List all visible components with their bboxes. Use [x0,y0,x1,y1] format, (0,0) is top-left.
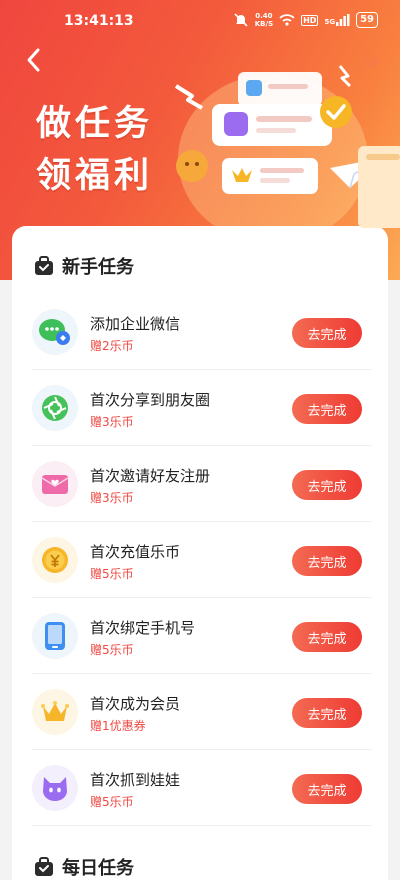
task-title: 首次绑定手机号 [90,619,196,637]
task-row: 首次绑定手机号 赠5乐币 去完成 [32,598,372,674]
status-time: 13:41:13 [64,13,134,29]
task-reward: 赠3乐币 [90,415,134,429]
status-icons: 0.40 KB/S HD 5G 59 [233,12,378,28]
task-reward: 赠5乐币 [90,643,134,657]
crown-icon [41,701,69,721]
hero-title-line1: 做任务 [36,104,154,144]
task-title: 首次邀请好友注册 [90,467,211,485]
task-title: 首次分享到朋友圈 [90,391,211,409]
section-header-daily: 每日任务 [34,854,134,880]
moments-icon [42,395,68,421]
go-complete-button[interactable]: 去完成 [292,698,362,728]
task-title: 首次成为会员 [90,695,181,713]
status-bar: 13:41:13 0.40 KB/S HD 5G 59 [0,0,400,44]
coin-icon [42,547,68,573]
task-icon [32,765,78,811]
phone-icon [45,622,65,650]
task-reward: 赠5乐币 [90,795,134,809]
task-title: 首次充值乐币 [90,543,181,561]
section-title-newbie: 新手任务 [62,257,134,278]
go-complete-button[interactable]: 去完成 [292,470,362,500]
signal-bars-icon [336,14,350,26]
net-speed-unit: KB/S [254,20,274,28]
hero-title-line2: 领福利 [36,156,154,196]
battery-icon: 59 [356,12,378,28]
task-row: 首次充值乐币 赠5乐币 去完成 [32,522,372,598]
go-complete-button[interactable]: 去完成 [292,774,362,804]
section-header-newbie: 新手任务 [34,253,134,279]
gift-bag-icon [35,857,53,876]
task-icon [32,309,78,355]
section-title-daily: 每日任务 [62,858,134,879]
wifi-icon [279,14,295,26]
task-title: 首次抓到娃娃 [90,771,181,789]
wechat-work-icon [39,319,70,345]
spark-icon [338,65,352,88]
hero-illustration [174,58,400,228]
task-reward: 赠3乐币 [90,491,134,505]
task-card: 新手任务 添加企业微信 赠2乐币 去完成 首次分享到朋友圈 赠3乐币 去完成 首… [12,226,388,880]
net-speed-value: 0.40 [255,12,273,20]
net-speed: 0.40 KB/S [255,12,273,28]
hero-title: 做任务 领福利 [36,98,153,202]
task-icon [32,613,78,659]
task-icon [32,461,78,507]
task-row: 首次分享到朋友圈 赠3乐币 去完成 [32,370,372,446]
task-icon [32,537,78,583]
task-reward: 赠1优惠券 [90,719,146,733]
go-complete-button[interactable]: 去完成 [292,622,362,652]
signal-icon: 5G [324,14,350,26]
task-reward: 赠5乐币 [90,567,134,581]
task-title: 添加企业微信 [90,315,181,333]
go-complete-button[interactable]: 去完成 [292,318,362,348]
invite-letter-icon [41,475,69,494]
signal-label: 5G [324,18,336,26]
back-button[interactable] [22,46,46,74]
task-row: 首次邀请好友注册 赠3乐币 去完成 [32,446,372,522]
go-complete-button[interactable]: 去完成 [292,394,362,424]
go-complete-button[interactable]: 去完成 [292,546,362,576]
task-row: 添加企业微信 赠2乐币 去完成 [32,294,372,370]
task-icon [32,385,78,431]
task-row: 首次抓到娃娃 赠5乐币 去完成 [32,750,372,826]
gift-bag-icon [35,256,53,275]
hd-badge: HD [301,14,319,26]
task-reward: 赠2乐币 [90,339,134,353]
task-icon [32,689,78,735]
spark-icon [174,84,203,110]
task-row: 首次成为会员 赠1优惠券 去完成 [32,674,372,750]
mute-bell-icon [234,13,248,27]
cat-doll-icon [43,777,67,801]
